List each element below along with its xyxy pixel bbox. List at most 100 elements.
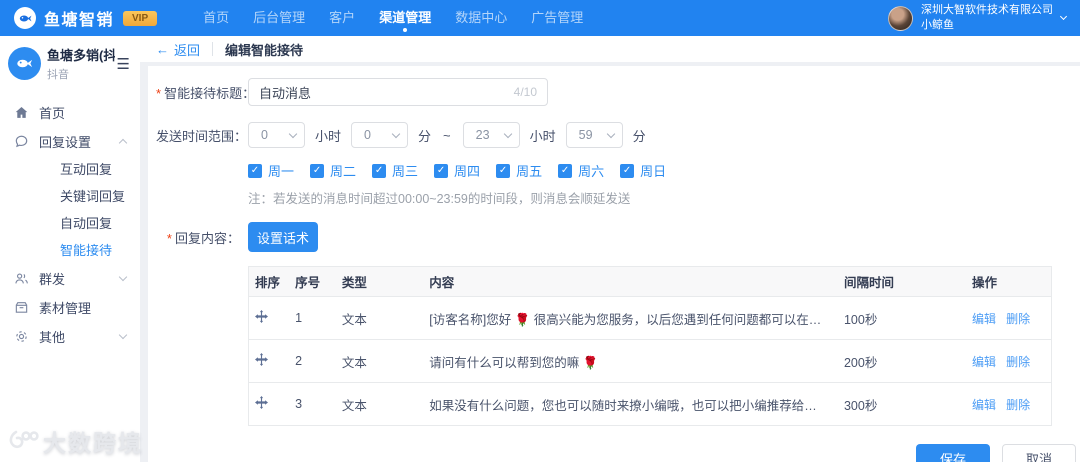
reception-title-value: 自动消息	[259, 83, 514, 102]
col-sort: 排序	[249, 267, 288, 297]
weekday-checkbox-thursday[interactable]: ✓周四	[434, 161, 480, 180]
table-row: 1 文本 [访客名称]您好 🌹 很高兴能为您服务，以后您遇到任何问题都可以在这里…	[249, 297, 1052, 340]
delete-link[interactable]: 删除	[1006, 398, 1030, 412]
title-row: *智能接待标题： 自动消息 4/10	[156, 78, 1080, 106]
row-type: 文本	[334, 383, 421, 426]
chevron-up-icon	[119, 139, 127, 147]
title-label: *智能接待标题：	[156, 83, 240, 102]
drag-handle-icon[interactable]	[255, 310, 268, 323]
user-menu[interactable]: 深圳大智软件技术有限公司 小鲸鱼	[888, 3, 1066, 33]
sidebar-item-auto-reply[interactable]: 自动回复	[0, 210, 140, 237]
edit-link[interactable]: 编辑	[972, 398, 996, 412]
reply-content-row: *回复内容： 设置话术	[156, 222, 1080, 252]
start-minute-select[interactable]: 0	[351, 122, 408, 148]
reply-table: 排序 序号 类型 内容 间隔时间 操作 1 文本	[248, 266, 1052, 426]
back-button[interactable]: ← 返回	[156, 40, 200, 59]
checkbox-checked-icon: ✓	[496, 164, 510, 178]
checkbox-checked-icon: ✓	[310, 164, 324, 178]
back-arrow-icon: ←	[156, 42, 169, 57]
row-seq: 2	[287, 340, 334, 383]
sidebar-item-home[interactable]: 首页	[0, 98, 140, 127]
chevron-down-icon	[1060, 13, 1067, 20]
weekday-checkbox-sunday[interactable]: ✓周日	[620, 161, 666, 180]
collapse-sidebar-icon[interactable]: ☰	[115, 55, 132, 73]
nav-customers[interactable]: 客户	[329, 0, 355, 36]
weekday-checkbox-monday[interactable]: ✓周一	[248, 161, 294, 180]
time-note: 注：若发送的消息时间超过00:00~23:59的时间段，则消息会顺延发送	[248, 188, 1080, 207]
edit-link[interactable]: 编辑	[972, 312, 996, 326]
checkbox-checked-icon: ✓	[434, 164, 448, 178]
hour-unit-label: 小时	[315, 126, 341, 145]
brand[interactable]: 鱼塘智销 VIP	[14, 6, 157, 30]
weekday-checkbox-saturday[interactable]: ✓周六	[558, 161, 604, 180]
workspace-switcher[interactable]: 鱼塘多销(抖... 抖音 ☰	[0, 36, 140, 90]
brand-name: 鱼塘智销	[44, 6, 114, 30]
weekday-row: ✓周一 ✓周二 ✓周三 ✓周四 ✓周五 ✓周六 ✓周日	[248, 161, 1080, 180]
delete-link[interactable]: 删除	[1006, 312, 1030, 326]
nav-data-center[interactable]: 数据中心	[455, 0, 507, 36]
nav-ad-management[interactable]: 广告管理	[531, 0, 583, 36]
brand-fish-icon	[14, 7, 36, 29]
drag-handle-icon[interactable]	[255, 353, 268, 366]
drag-handle-icon[interactable]	[255, 396, 268, 409]
weekday-checkbox-wednesday[interactable]: ✓周三	[372, 161, 418, 180]
people-icon	[14, 271, 29, 286]
col-seq: 序号	[287, 267, 334, 297]
avatar	[888, 6, 913, 31]
row-interval: 100秒	[836, 297, 964, 340]
sidebar-menu: 首页 回复设置 互动回复 关键词回复 自动回复 智能接待 群发	[0, 90, 140, 351]
sidebar-item-interactive-reply[interactable]: 互动回复	[0, 156, 140, 183]
nav-channel-management[interactable]: 渠道管理	[379, 0, 431, 36]
sidebar-item-material-management[interactable]: 素材管理	[0, 293, 140, 322]
table-row: 3 文本 如果没有什么问题，您也可以随时来撩小编哦，也可以把小编推荐给您身边其他…	[249, 383, 1052, 426]
chevron-down-icon	[503, 129, 511, 137]
cancel-button[interactable]: 取消	[1002, 444, 1076, 462]
row-seq: 1	[287, 297, 334, 340]
sidebar-item-reply-settings[interactable]: 回复设置	[0, 127, 140, 156]
home-icon	[14, 105, 29, 120]
nav-backend-management[interactable]: 后台管理	[253, 0, 305, 36]
char-counter: 4/10	[514, 85, 537, 99]
col-actions: 操作	[964, 267, 1051, 297]
reception-title-input[interactable]: 自动消息 4/10	[248, 78, 548, 106]
sidebar-item-mass-send[interactable]: 群发	[0, 264, 140, 293]
page-title: 编辑智能接待	[225, 40, 303, 59]
box-icon	[14, 300, 29, 315]
weekday-checkbox-tuesday[interactable]: ✓周二	[310, 161, 356, 180]
main-area: ← 返回 编辑智能接待 *智能接待标题： 自动消息 4/10 发送时间范围	[140, 36, 1080, 462]
time-range-label: 发送时间范围：	[156, 126, 240, 145]
table-header-row: 排序 序号 类型 内容 间隔时间 操作	[249, 267, 1052, 297]
vip-badge: VIP	[123, 11, 157, 26]
row-interval: 300秒	[836, 383, 964, 426]
set-script-button[interactable]: 设置话术	[248, 222, 318, 252]
hour-unit-label: 小时	[530, 126, 556, 145]
end-hour-select[interactable]: 23	[463, 122, 520, 148]
sidebar-item-keyword-reply[interactable]: 关键词回复	[0, 183, 140, 210]
minute-unit-label: 分	[633, 126, 646, 145]
user-name: 小鲸鱼	[921, 18, 1053, 33]
start-hour-select[interactable]: 0	[248, 122, 305, 148]
chevron-down-icon	[392, 129, 400, 137]
app-window: 鱼塘智销 VIP 首页 后台管理 客户 渠道管理 数据中心 广告管理 深圳大智软…	[0, 0, 1080, 462]
sidebar-item-other[interactable]: 其他	[0, 322, 140, 351]
chat-icon	[14, 134, 29, 149]
row-type: 文本	[334, 297, 421, 340]
sidebar-item-smart-reception[interactable]: 智能接待	[0, 237, 140, 264]
chevron-down-icon	[119, 331, 127, 339]
save-button[interactable]: 保存	[916, 444, 990, 462]
topbar: 鱼塘智销 VIP 首页 后台管理 客户 渠道管理 数据中心 广告管理 深圳大智软…	[0, 0, 1080, 36]
checkbox-checked-icon: ✓	[372, 164, 386, 178]
delete-link[interactable]: 删除	[1006, 355, 1030, 369]
nav-home[interactable]: 首页	[203, 0, 229, 36]
top-nav: 首页 后台管理 客户 渠道管理 数据中心 广告管理	[203, 0, 583, 36]
form-footer: 保存 取消	[156, 444, 1076, 462]
end-minute-select[interactable]: 59	[566, 122, 623, 148]
edit-link[interactable]: 编辑	[972, 355, 996, 369]
col-interval: 间隔时间	[836, 267, 964, 297]
chevron-down-icon	[606, 129, 614, 137]
chevron-down-icon	[289, 129, 297, 137]
table-row: 2 文本 请问有什么可以帮到您的嘛 🌹 200秒 编辑删除	[249, 340, 1052, 383]
minute-unit-label: 分	[418, 126, 431, 145]
required-mark: *	[156, 86, 161, 101]
weekday-checkbox-friday[interactable]: ✓周五	[496, 161, 542, 180]
